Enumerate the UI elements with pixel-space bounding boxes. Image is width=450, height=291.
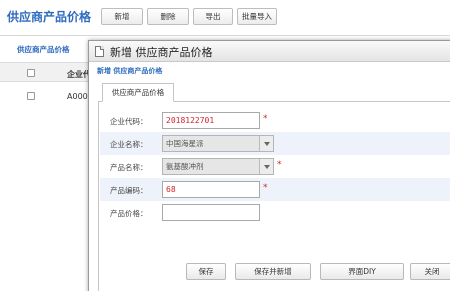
company-name-label: 企业名称： [110, 140, 148, 149]
dialog-title: 新增 供应商产品价格 [110, 46, 213, 59]
ui-diy-button[interactable]: 界面DIY [320, 263, 404, 280]
batch-import-button[interactable]: 批量导入 [237, 8, 277, 25]
product-name-select[interactable]: 氨基酸冲剂 [162, 158, 274, 175]
tab-supplier-price[interactable]: 供应商产品价格 [102, 83, 174, 102]
save-button[interactable]: 保存 [186, 263, 226, 280]
row-product-name: 产品名称： 氨基酸冲剂 * [100, 155, 450, 178]
delete-button[interactable]: 删除 [147, 8, 189, 25]
row-product-code: 产品编码： 68 * [100, 178, 450, 201]
product-price-field[interactable] [162, 204, 260, 221]
row-company-code: 企业代码： 2018122701 * [100, 109, 450, 132]
company-name-select[interactable]: 中国海星派 [162, 135, 274, 152]
grid-cell-company-code: A000 [67, 92, 88, 101]
select-all-checkbox[interactable] [27, 69, 35, 77]
company-code-label: 企业代码： [110, 117, 148, 126]
add-dialog: 新增 供应商产品价格 新增 供应商产品价格 供应商产品价格 企业代码： 2018… [88, 40, 450, 291]
add-button[interactable]: 新增 [101, 8, 143, 25]
export-button[interactable]: 导出 [193, 8, 233, 25]
document-icon [95, 46, 104, 57]
dialog-titlebar[interactable]: 新增 供应商产品价格 [89, 41, 450, 62]
required-mark: * [263, 183, 268, 193]
company-code-field[interactable]: 2018122701 [162, 112, 260, 129]
product-name-label: 产品名称： [110, 163, 148, 172]
row-product-price: 产品价格： [100, 201, 450, 224]
chevron-down-icon[interactable] [259, 159, 273, 174]
required-mark: * [263, 114, 268, 124]
row-checkbox[interactable] [27, 92, 35, 100]
top-bar: 供应商产品价格 新增 删除 导出 批量导入 [0, 0, 450, 36]
chevron-down-icon[interactable] [259, 136, 273, 151]
product-code-field[interactable]: 68 [162, 181, 260, 198]
row-company-name: 企业名称： 中国海星派 [100, 132, 450, 155]
close-button[interactable]: 关闭 [410, 263, 450, 280]
product-name-value: 氨基酸冲剂 [166, 162, 204, 171]
required-mark: * [277, 160, 282, 170]
product-price-label: 产品价格： [110, 209, 148, 218]
product-code-label: 产品编码： [110, 186, 148, 195]
grid-header: 企业代 [0, 62, 95, 82]
company-name-value: 中国海星派 [166, 139, 204, 148]
save-and-new-button[interactable]: 保存并新增 [235, 263, 311, 280]
dialog-subtitle: 新增 供应商产品价格 [97, 67, 163, 75]
section-title: 供应商产品价格 [17, 45, 70, 54]
page-title: 供应商产品价格 [7, 10, 92, 24]
